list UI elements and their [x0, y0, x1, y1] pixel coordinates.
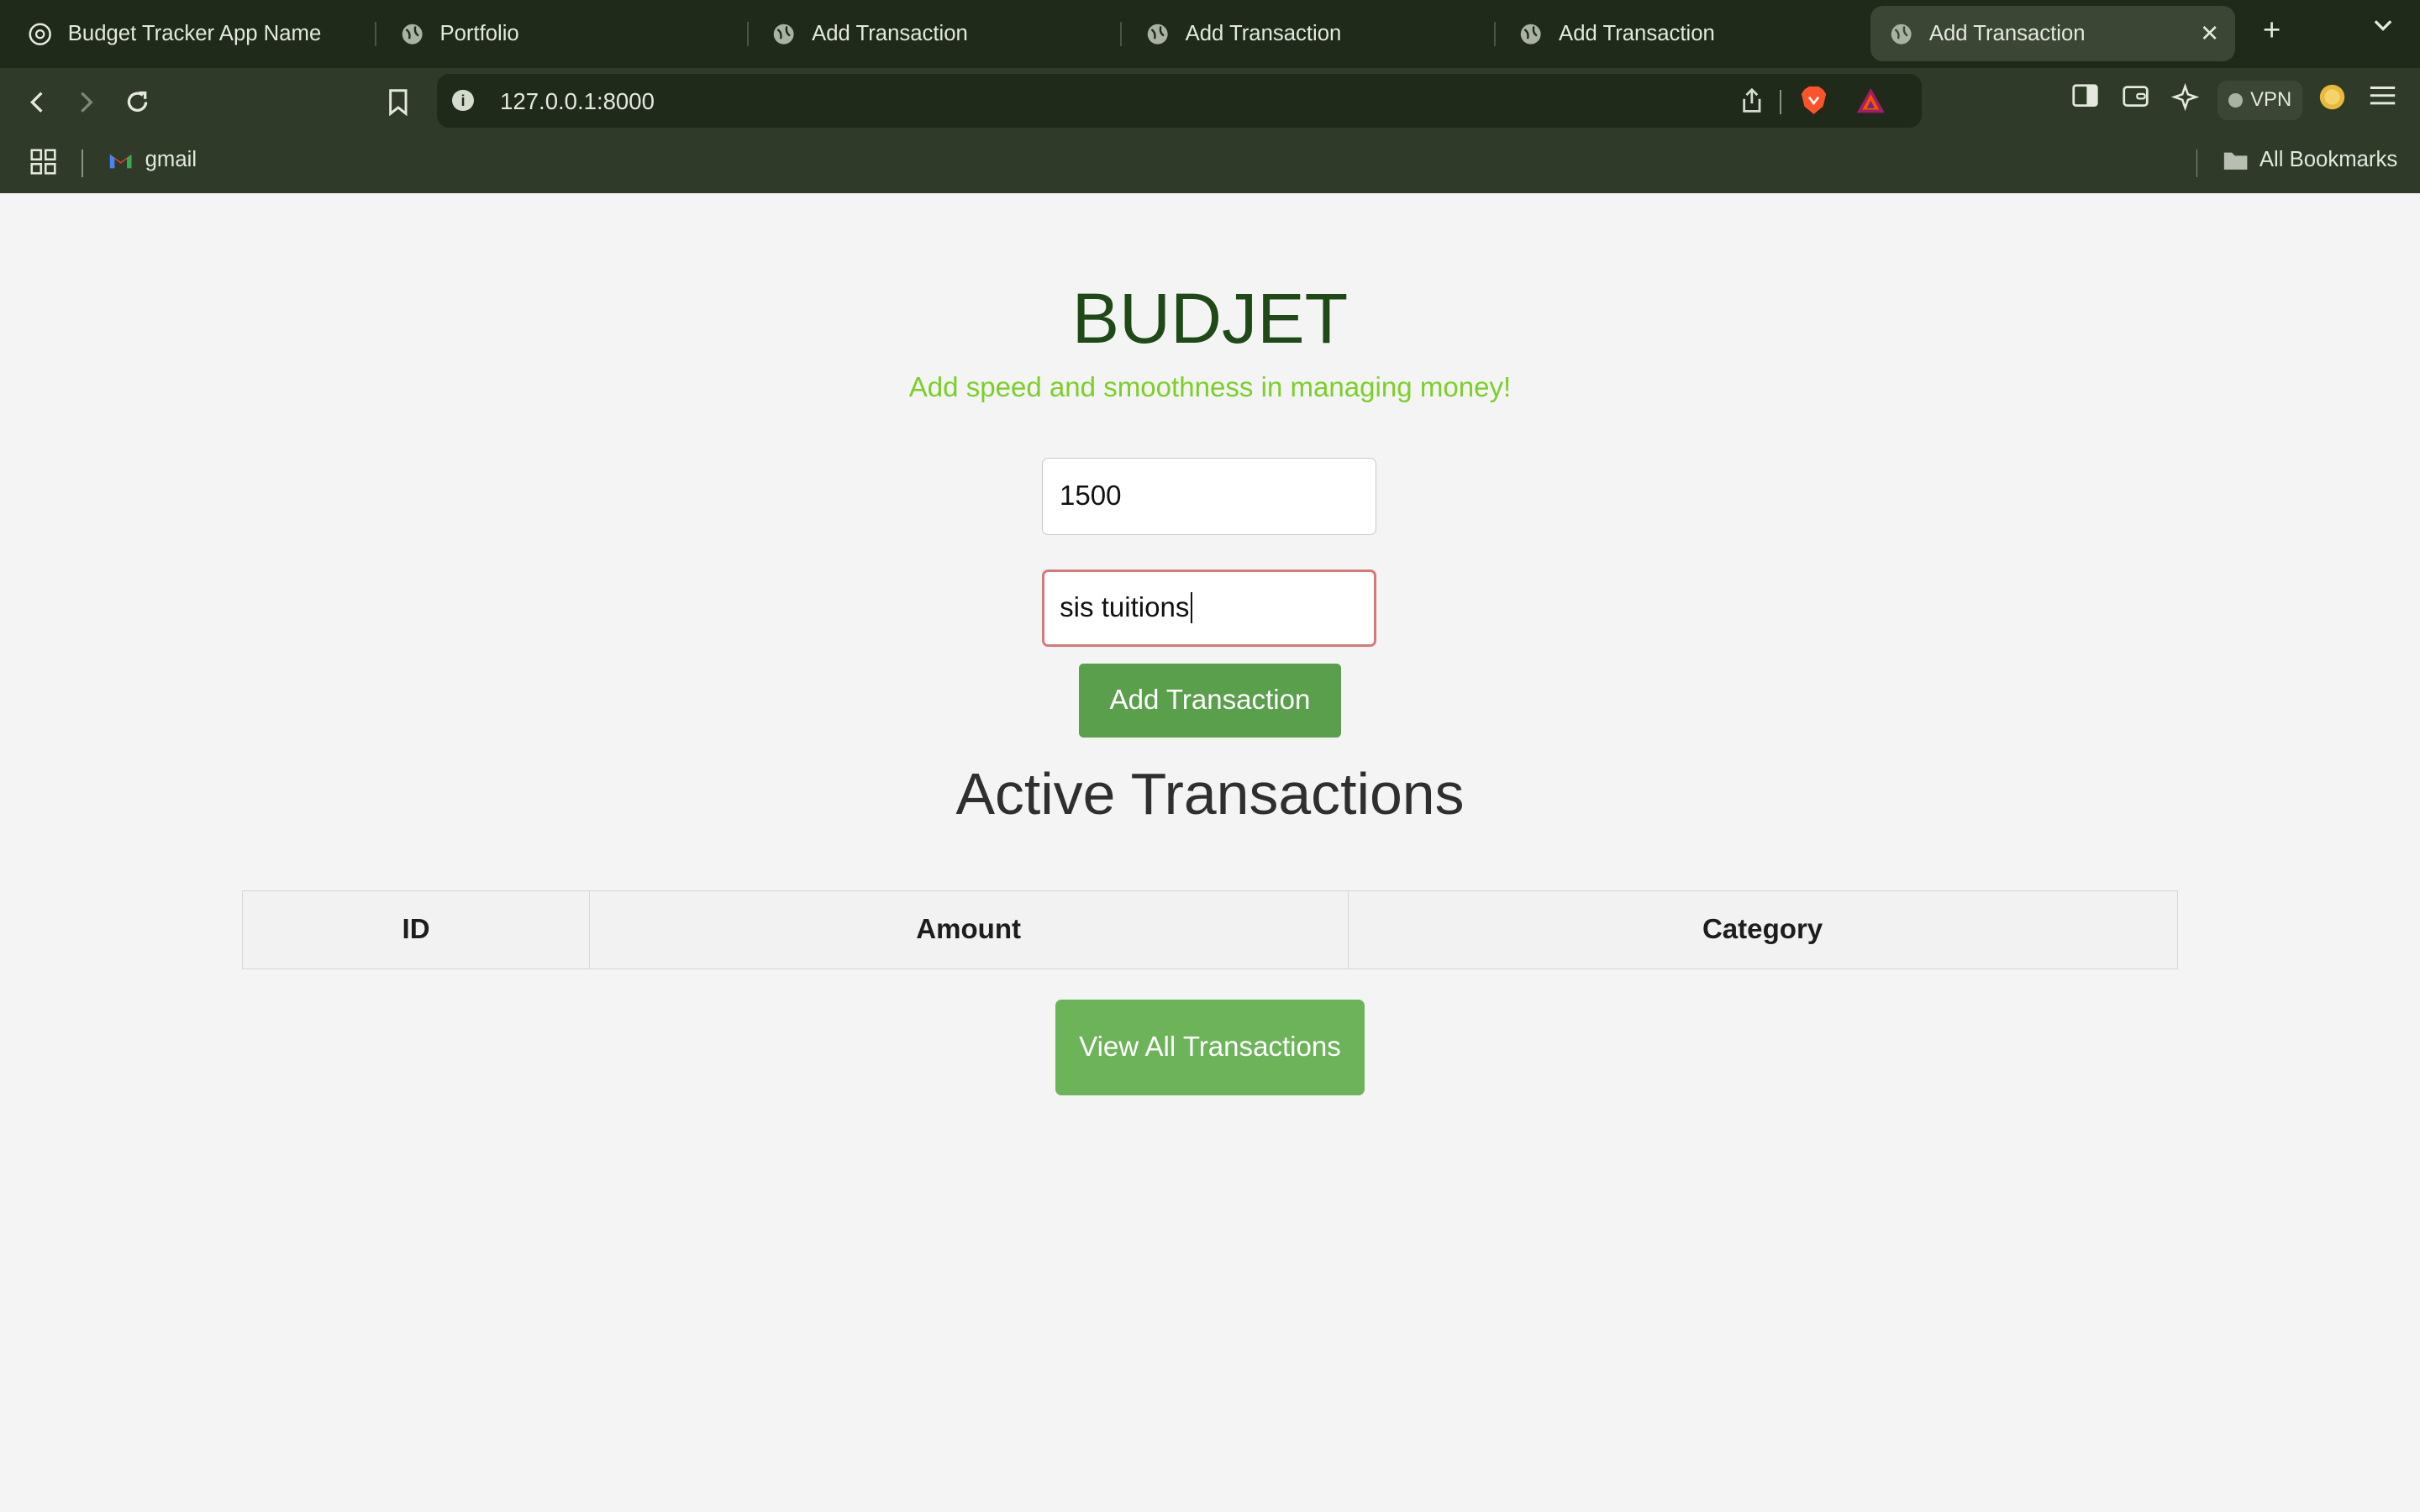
sidebar-toggle-icon[interactable] [2071, 83, 2099, 114]
column-header-amount: Amount [588, 890, 1349, 969]
globe-icon [1518, 22, 1543, 46]
chevron-down-icon[interactable] [2374, 15, 2392, 39]
tab-title: Add Transaction [1559, 21, 1715, 45]
category-input-text: sis tuitions [1060, 591, 1190, 623]
new-tab-icon[interactable]: + [2256, 13, 2287, 48]
browser-chrome: Budget Tracker App Name Portfolio Add Tr… [0, 0, 2420, 193]
menu-icon[interactable] [2369, 83, 2396, 114]
divider [2196, 150, 2198, 178]
divider [1779, 89, 1781, 114]
reload-icon[interactable] [118, 83, 155, 120]
tab-title: Add Transaction [1185, 21, 1342, 45]
page-subtitle: Add speed and smoothness in managing mon… [908, 371, 1512, 403]
close-icon[interactable]: ✕ [2200, 20, 2219, 47]
category-input[interactable]: sis tuitions [1041, 569, 1377, 647]
tab-add-transaction-active[interactable]: Add Transaction ✕ [1870, 6, 2235, 62]
all-bookmarks[interactable]: All Bookmarks [2223, 148, 2397, 172]
bookmark-label: gmail [145, 148, 197, 172]
bookmarks-bar: gmail All Bookmarks [0, 136, 2420, 193]
page-content: BUDJET Add speed and smoothness in manag… [0, 193, 2420, 1512]
column-header-category: Category [1347, 890, 2178, 969]
active-transactions-heading: Active Transactions [955, 761, 1465, 827]
column-header-id: ID [242, 890, 590, 969]
tab-title: Portfolio [439, 21, 519, 45]
tab-add-transaction[interactable]: Add Transaction [1518, 6, 1715, 61]
tab-strip: Budget Tracker App Name Portfolio Add Tr… [0, 0, 2420, 68]
view-all-transactions-button[interactable]: View All Transactions [1055, 1000, 1365, 1096]
tab-separator [1493, 21, 1496, 47]
globe-icon [1145, 22, 1170, 46]
wallet-icon[interactable] [2122, 83, 2149, 114]
globe-icon [771, 22, 796, 46]
tab-add-transaction[interactable]: Add Transaction [771, 6, 968, 61]
text-caret [1191, 592, 1193, 623]
folder-icon [2223, 150, 2249, 171]
tab-separator [1120, 21, 1123, 47]
apps-grid-icon[interactable] [29, 148, 57, 176]
tab-title: Add Transaction [1928, 21, 2086, 45]
leo-ai-icon[interactable] [2170, 82, 2200, 118]
tab-separator [746, 21, 749, 47]
tab-add-transaction[interactable]: Add Transaction [1145, 6, 1341, 61]
brave-rewards-icon[interactable] [1855, 87, 1886, 114]
tab-separator [375, 21, 377, 47]
forward-icon[interactable] [68, 83, 105, 120]
address-bar[interactable]: i 127.0.0.1:8000 [436, 74, 1922, 129]
bookmark-icon[interactable] [380, 83, 417, 120]
page-title: BUDJET [1071, 278, 1349, 358]
table-header-row: ID Amount Category [242, 890, 2178, 969]
site-info-icon[interactable]: i [452, 89, 474, 112]
navigation-toolbar: i 127.0.0.1:8000 VPN [0, 68, 2420, 136]
tab-title: Add Transaction [812, 21, 968, 45]
globe-icon [1889, 22, 1913, 46]
vpn-label: VPN [2250, 88, 2292, 112]
bookmark-gmail[interactable]: gmail [108, 148, 197, 172]
divider [82, 150, 84, 178]
add-transaction-button[interactable]: Add Transaction [1078, 663, 1342, 738]
vpn-status-icon [2228, 93, 2243, 108]
back-icon[interactable] [18, 83, 55, 120]
openai-icon [28, 22, 52, 46]
globe-icon [400, 22, 424, 46]
tab-budget-tracker[interactable]: Budget Tracker App Name [28, 6, 321, 61]
vpn-button[interactable]: VPN [2217, 80, 2303, 121]
transactions-table: ID Amount Category [242, 890, 2178, 969]
amount-input[interactable] [1041, 458, 1377, 536]
tab-portfolio[interactable]: Portfolio [400, 6, 519, 61]
gmail-icon [108, 151, 133, 170]
extension-icon[interactable] [2318, 83, 2346, 118]
url-text[interactable]: 127.0.0.1:8000 [500, 88, 655, 115]
brave-shields-icon[interactable] [1800, 85, 1828, 116]
share-icon[interactable] [1741, 87, 1763, 120]
tab-title: Budget Tracker App Name [67, 21, 322, 45]
all-bookmarks-label: All Bookmarks [2259, 148, 2398, 172]
